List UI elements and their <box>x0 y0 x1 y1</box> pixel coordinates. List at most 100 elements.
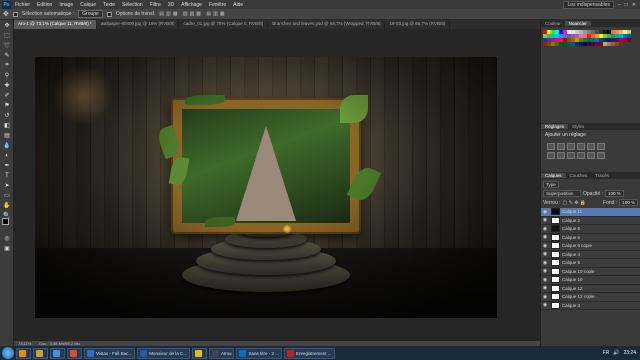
menu-edit[interactable]: Edition <box>37 2 52 8</box>
taskbar-app-button[interactable]: Atmo <box>208 347 235 359</box>
stamp-tool-icon[interactable]: ⚑ <box>2 101 12 110</box>
auto-select-dropdown[interactable]: Groupe <box>78 10 103 18</box>
layer-row[interactable]: ◉ Calque 5 <box>541 225 640 234</box>
taskbar-app-button[interactable]: Sans titre - 2 ... <box>236 347 282 359</box>
tab-swatches[interactable]: Nuancier <box>564 21 591 26</box>
move-tool-icon[interactable]: ✥ <box>3 10 9 18</box>
tab-layers[interactable]: Calques <box>541 173 566 178</box>
visibility-eye-icon[interactable]: ◉ <box>541 234 549 240</box>
menu-image[interactable]: Image <box>59 2 73 8</box>
eraser-tool-icon[interactable]: ◧ <box>2 121 12 130</box>
quick-mask-icon[interactable]: ◎ <box>2 234 12 243</box>
document-tab[interactable]: wallpaper-90400.jpg @ 16% (RVB/8) <box>97 20 180 29</box>
tab-adjustments[interactable]: Réglages <box>541 124 569 129</box>
layer-row[interactable]: ◉ Calque 10 copie <box>541 267 640 276</box>
swatch[interactable] <box>627 38 631 42</box>
layer-row[interactable]: ◉ Calque 5 <box>541 259 640 268</box>
visibility-eye-icon[interactable]: ◉ <box>541 260 549 266</box>
visibility-eye-icon[interactable]: ◉ <box>541 277 549 283</box>
visibility-eye-icon[interactable]: ◉ <box>541 251 549 257</box>
layer-row[interactable]: ◉ Calque 3 <box>541 301 640 310</box>
curves-icon[interactable] <box>567 143 575 150</box>
opacity-field[interactable]: 100 % <box>605 190 624 197</box>
layer-row[interactable]: ◉ Calque 11 <box>541 208 640 217</box>
taskbar-app-button[interactable] <box>16 347 31 359</box>
document-canvas[interactable] <box>35 57 497 318</box>
menu-select[interactable]: Sélection <box>122 2 143 8</box>
channel-mixer-icon[interactable] <box>577 152 585 159</box>
lock-icons[interactable]: ▢ ✎ ✥ 🔒 <box>563 200 587 206</box>
blend-mode-dropdown[interactable]: Superposition <box>543 190 581 197</box>
taskbar-app-button[interactable] <box>67 347 82 359</box>
language-indicator[interactable]: FR <box>603 350 610 356</box>
tab-channels[interactable]: Couches <box>566 173 592 178</box>
document-tab[interactable]: cadre_01.jpg @ 75% (Calque 0, RVB/8) <box>179 20 269 29</box>
menu-layer[interactable]: Calque <box>80 2 96 8</box>
document-tab[interactable]: Aro-1 @ 73,1% (Calque 11, RVB/8) * <box>14 20 97 29</box>
menu-file[interactable]: Fichier <box>15 2 30 8</box>
taskbar-app-button[interactable] <box>191 347 207 359</box>
levels-icon[interactable] <box>557 143 565 150</box>
menu-3d[interactable]: 3D <box>168 2 174 8</box>
dodge-tool-icon[interactable]: ◐ <box>2 151 12 160</box>
visibility-eye-icon[interactable]: ◉ <box>541 302 549 308</box>
visibility-eye-icon[interactable]: ◉ <box>541 209 549 215</box>
document-tab[interactable]: Branches and leaves.psd @ 66,7% (Wrapped… <box>268 20 386 29</box>
taskbar-app-button[interactable]: Vistas - Fall Bac... <box>84 347 136 359</box>
healing-tool-icon[interactable]: ✚ <box>2 81 12 90</box>
layer-row[interactable]: ◉ Calque 12 copie <box>541 293 640 302</box>
type-tool-icon[interactable]: T <box>2 171 12 180</box>
photo-filter-icon[interactable] <box>567 152 575 159</box>
exposure-icon[interactable] <box>577 143 585 150</box>
visibility-eye-icon[interactable]: ◉ <box>541 217 549 223</box>
visibility-eye-icon[interactable]: ◉ <box>541 294 549 300</box>
taskbar-app-button[interactable]: Monsieur de la C... <box>137 347 190 359</box>
eyedropper-tool-icon[interactable]: ⚲ <box>2 71 12 80</box>
move-tool-icon[interactable]: ✥ <box>2 21 12 30</box>
lasso-tool-icon[interactable]: ➰ <box>2 41 12 50</box>
layer-row[interactable]: ◉ Calque 4 <box>541 250 640 259</box>
menu-filter[interactable]: Filtre <box>150 2 161 8</box>
visibility-eye-icon[interactable]: ◉ <box>541 226 549 232</box>
crop-tool-icon[interactable]: ⌗ <box>2 61 12 70</box>
hue-sat-icon[interactable] <box>597 143 605 150</box>
invert-icon[interactable] <box>597 152 605 159</box>
photoshop-logo[interactable]: Ps <box>2 0 11 9</box>
volume-icon[interactable]: 🔊 <box>613 350 619 356</box>
brightness-icon[interactable] <box>547 143 555 150</box>
foreground-color-swatch[interactable] <box>2 218 9 225</box>
blur-tool-icon[interactable]: 💧 <box>2 141 12 150</box>
layer-kind-filter[interactable]: Type <box>543 181 559 188</box>
hand-tool-icon[interactable]: ✋ <box>2 201 12 210</box>
quick-select-tool-icon[interactable]: ✎ <box>2 51 12 60</box>
menu-view[interactable]: Affichage <box>181 2 202 8</box>
visibility-eye-icon[interactable]: ◉ <box>541 285 549 291</box>
minimize-button[interactable]: – <box>618 2 621 8</box>
gradient-tool-icon[interactable]: ▤ <box>2 131 12 140</box>
menu-help[interactable]: Aide <box>233 2 243 8</box>
menu-window[interactable]: Fenêtre <box>209 2 226 8</box>
layer-row[interactable]: ◉ Calque 6 <box>541 233 640 242</box>
layer-row[interactable]: ◉ Calque 12 <box>541 284 640 293</box>
vibrance-icon[interactable] <box>587 143 595 150</box>
pen-tool-icon[interactable]: ✒ <box>2 161 12 170</box>
maximize-button[interactable]: □ <box>625 2 628 8</box>
swatch[interactable] <box>619 42 623 46</box>
tab-paths[interactable]: Tracés <box>591 173 613 178</box>
marquee-tool-icon[interactable]: ⬚ <box>2 31 12 40</box>
taskbar-app-button[interactable]: Enregistrement ... <box>284 347 335 359</box>
workspace-switcher[interactable]: Les indispensables <box>563 0 614 9</box>
history-brush-icon[interactable]: ↺ <box>2 111 12 120</box>
color-balance-icon[interactable] <box>547 152 555 159</box>
screen-mode-icon[interactable]: ▣ <box>2 244 12 253</box>
path-select-tool-icon[interactable]: ➤ <box>2 181 12 190</box>
tab-color[interactable]: Couleur <box>541 21 565 26</box>
layer-row[interactable]: ◉ Calque 10 <box>541 276 640 285</box>
transform-controls-checkbox[interactable] <box>106 11 112 17</box>
fill-field[interactable]: 100 % <box>619 199 638 206</box>
menu-type[interactable]: Texte <box>103 2 115 8</box>
color-lookup-icon[interactable] <box>587 152 595 159</box>
taskbar-app-button[interactable] <box>50 347 65 359</box>
taskbar-app-button[interactable] <box>33 347 48 359</box>
document-tab[interactable]: 18-03.jpg @ 66,7% (RVB/8) <box>385 20 451 29</box>
